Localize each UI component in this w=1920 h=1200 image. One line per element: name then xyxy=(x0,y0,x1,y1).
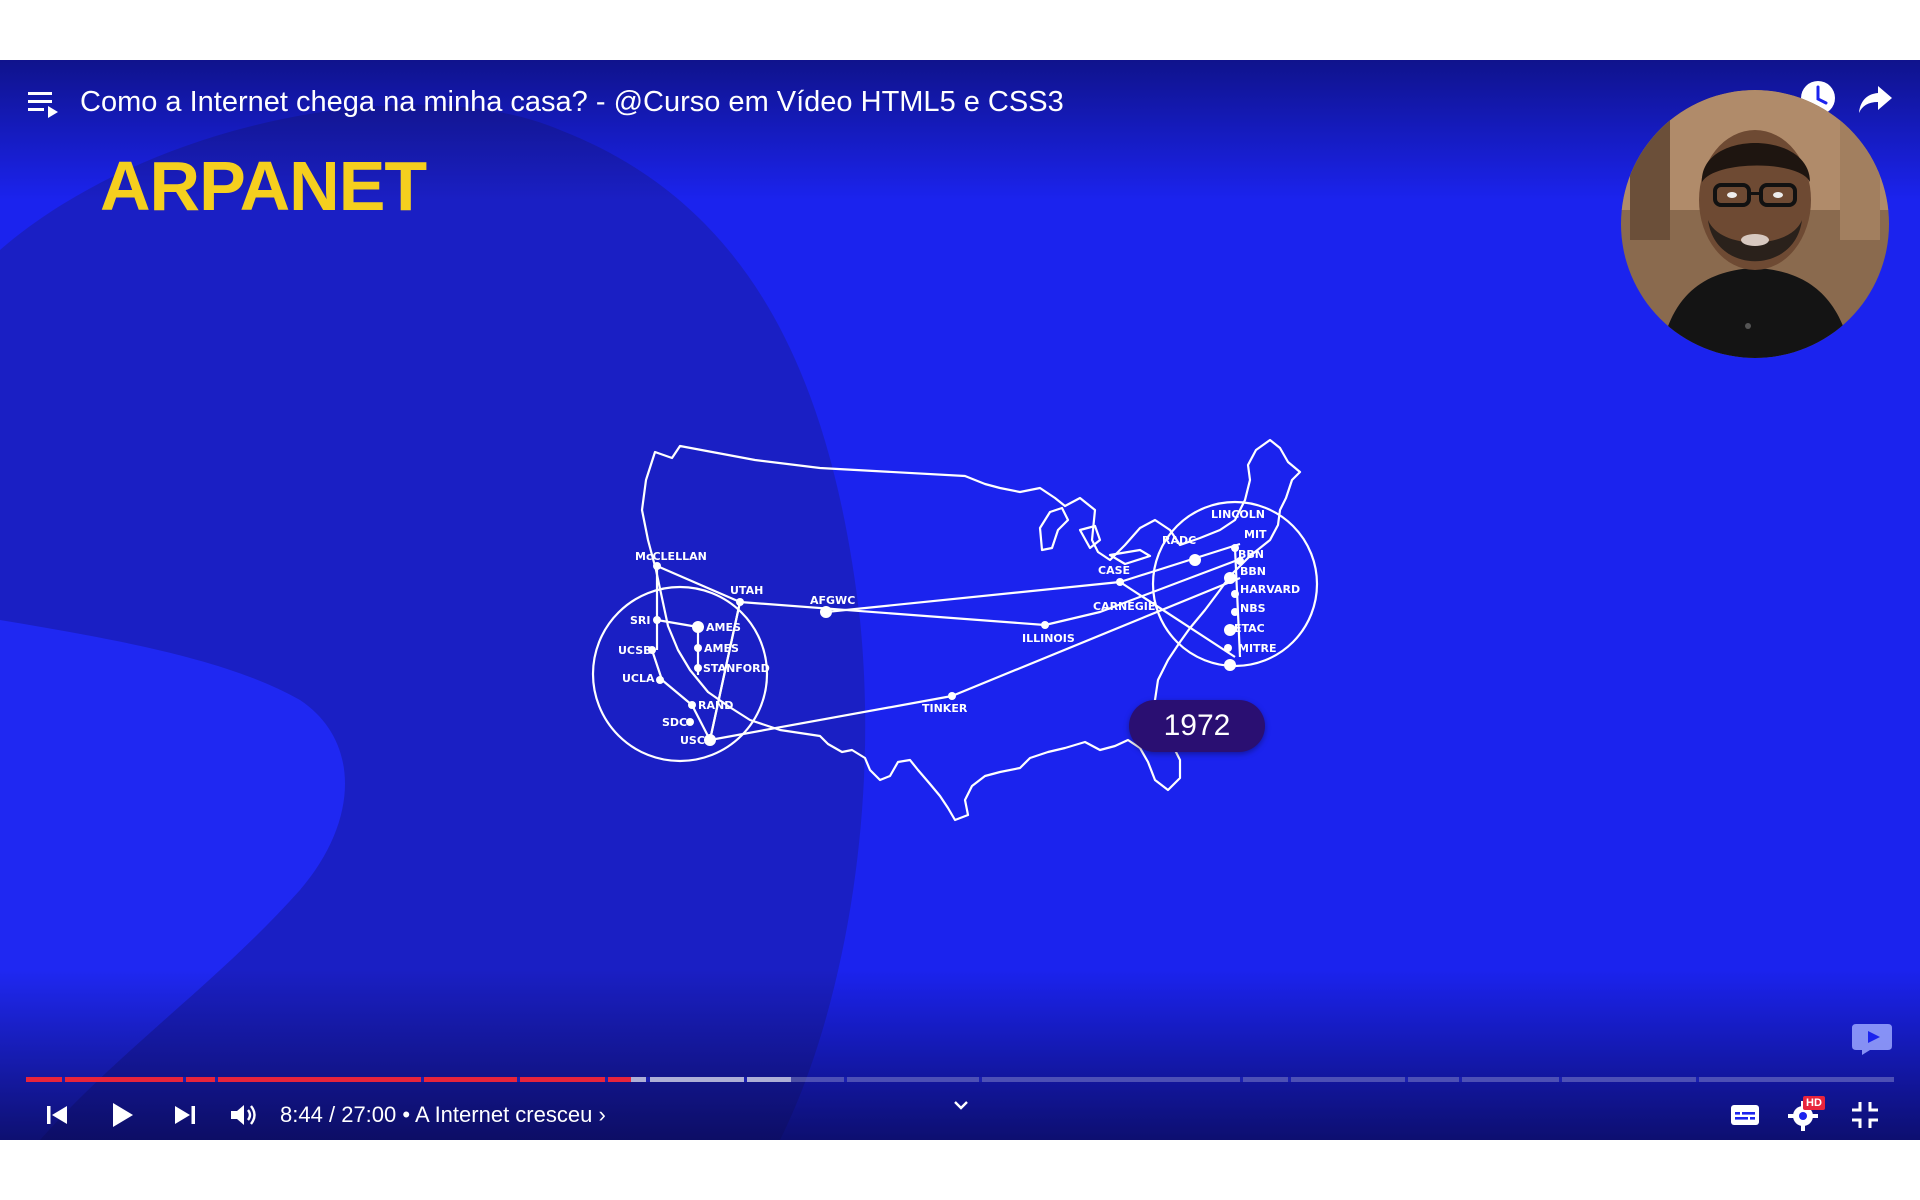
slide-title: ARPANET xyxy=(100,147,427,225)
chapter-gap xyxy=(1696,1077,1699,1082)
node-ucsb: UCSB xyxy=(618,644,652,657)
node-ames-1: AMES xyxy=(706,621,741,634)
player-controls: 8:44 / 27:00 • A Internet cresceu › HD xyxy=(0,1090,1920,1140)
video-title[interactable]: Como a Internet chega na minha casa? - @… xyxy=(80,82,1064,122)
node-afgwc: AFGWC xyxy=(810,594,855,607)
chapter-gap xyxy=(1459,1077,1462,1082)
chapter-gap xyxy=(1559,1077,1562,1082)
chapter-gap xyxy=(744,1077,747,1082)
previous-icon[interactable] xyxy=(40,1098,74,1132)
chapter-title[interactable]: A Internet cresceu xyxy=(415,1102,592,1127)
chapter-gap xyxy=(62,1077,65,1082)
chapter-separator: • xyxy=(402,1102,411,1127)
node-carnegie: CARNEGIE xyxy=(1093,600,1155,613)
node-ames-2: AMES xyxy=(704,642,739,655)
node-utah: UTAH xyxy=(730,584,763,597)
presenter-webcam xyxy=(1621,90,1889,358)
chevron-down-icon[interactable] xyxy=(950,1096,972,1114)
chapter-gap xyxy=(605,1077,608,1082)
hd-badge: HD xyxy=(1803,1096,1825,1110)
year-badge: 1972 xyxy=(1129,700,1265,752)
node-illinois: ILLINOIS xyxy=(1022,632,1075,645)
node-tinker: TINKER xyxy=(922,702,968,715)
progress-played xyxy=(26,1077,631,1082)
chapter-gap xyxy=(646,1077,650,1082)
chapter-gap xyxy=(215,1077,218,1082)
node-bbn-1: BBN xyxy=(1238,548,1264,561)
node-mit: MIT xyxy=(1244,528,1267,541)
playlist-icon[interactable] xyxy=(28,90,60,120)
node-mitre: MITRE xyxy=(1238,642,1277,655)
subtitles-icon[interactable] xyxy=(1728,1098,1762,1132)
node-etac: ETAC xyxy=(1234,622,1265,635)
chapter-gap xyxy=(844,1077,847,1082)
chapter-gap xyxy=(1240,1077,1243,1082)
node-mcclellan: McCLELLAN xyxy=(635,550,707,563)
arpanet-map: McCLELLAN UTAH SRI AMES AMES UCSB STANFO… xyxy=(591,438,1319,822)
chapter-gap xyxy=(183,1077,186,1082)
duration: 27:00 xyxy=(341,1102,397,1127)
node-radc: RADC xyxy=(1162,534,1196,547)
node-nbs: NBS xyxy=(1240,602,1266,615)
node-lincoln: LINCOLN xyxy=(1211,508,1265,521)
video-player[interactable]: Como a Internet chega na minha casa? - @… xyxy=(0,60,1920,1140)
chapter-gap xyxy=(421,1077,424,1082)
exit-fullscreen-icon[interactable] xyxy=(1848,1098,1882,1132)
node-bbn-2: BBN xyxy=(1240,565,1266,578)
node-sri: SRI xyxy=(630,614,651,627)
node-sdc: SDC xyxy=(662,716,687,729)
play-icon[interactable] xyxy=(104,1098,138,1132)
time-display: 8:44 / 27:00 • A Internet cresceu › xyxy=(280,1101,606,1129)
node-case: CASE xyxy=(1098,564,1130,577)
chapter-arrow-icon[interactable]: › xyxy=(598,1102,605,1127)
channel-watermark-icon[interactable] xyxy=(1850,1020,1894,1056)
node-ucla: UCLA xyxy=(622,672,655,685)
chapter-gap xyxy=(1288,1077,1291,1082)
progress-bar[interactable] xyxy=(26,1077,1894,1082)
volume-icon[interactable] xyxy=(226,1098,260,1132)
node-usc: USC xyxy=(680,734,705,747)
current-time: 8:44 xyxy=(280,1102,323,1127)
settings-button[interactable]: HD xyxy=(1786,1096,1826,1132)
chapter-gap xyxy=(517,1077,520,1082)
time-separator: / xyxy=(328,1102,336,1127)
chapter-gap xyxy=(979,1077,982,1082)
share-icon[interactable] xyxy=(1856,78,1896,118)
node-stanford: STANFORD xyxy=(703,662,770,675)
node-harvard: HARVARD xyxy=(1240,583,1300,596)
node-rand: RAND xyxy=(698,699,733,712)
next-icon[interactable] xyxy=(168,1098,202,1132)
chapter-gap xyxy=(1405,1077,1408,1082)
